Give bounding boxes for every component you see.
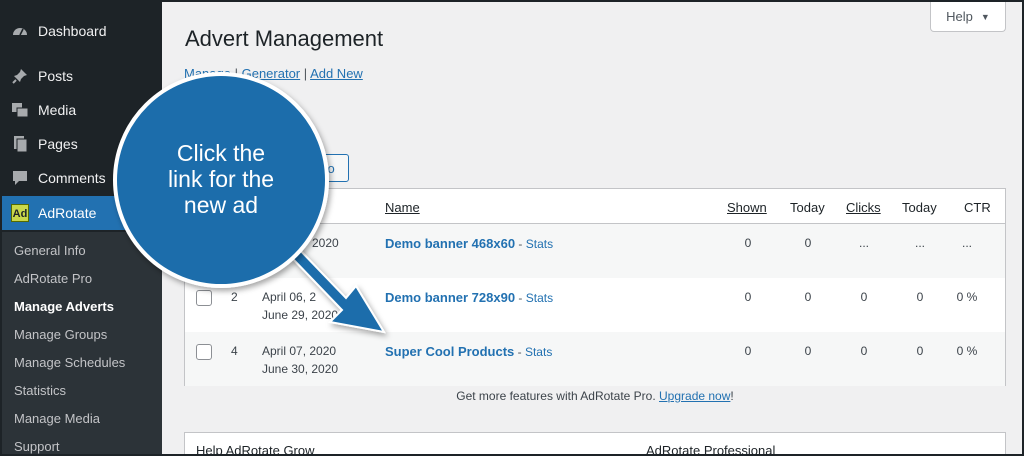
column-header-today: Today	[790, 200, 825, 215]
submenu-manage-groups[interactable]: Manage Groups	[14, 327, 107, 342]
comment-icon	[11, 169, 29, 187]
pin-icon	[11, 67, 29, 85]
column-header-ctr: CTR	[964, 200, 991, 215]
arrow-pointer	[290, 244, 387, 334]
today-clicks-value: 0	[916, 290, 924, 304]
shown-value: 0	[744, 236, 752, 250]
today-clicks-value: 0	[916, 344, 924, 358]
adrotate-logo: Ad	[11, 204, 29, 222]
column-header-clicks[interactable]: Clicks	[846, 200, 881, 215]
shown-value: 0	[744, 290, 752, 304]
stats-link[interactable]: Stats	[526, 237, 553, 251]
shown-value: 0	[744, 344, 752, 358]
submenu-general-info[interactable]: General Info	[14, 243, 86, 258]
menu-label: AdRotate	[38, 205, 97, 221]
help-label: Help	[946, 9, 973, 24]
advert-name: Demo banner 728x90 - Stats	[385, 290, 554, 305]
ctr-value: 0 %	[956, 344, 978, 358]
column-header-today-clicks: Today	[902, 200, 937, 215]
page-title: Advert Management	[185, 26, 384, 51]
ctr-value: ...	[961, 236, 972, 250]
today-value: 0	[804, 290, 812, 304]
upgrade-promo: Get more features with AdRotate Pro. Upg…	[456, 389, 734, 403]
today-clicks-value: ...	[914, 236, 925, 250]
advert-link[interactable]: Demo banner 728x90	[385, 290, 515, 305]
advert-name: Super Cool Products - Stats	[385, 344, 553, 359]
stats-link[interactable]: Stats	[526, 291, 553, 305]
submenu-adrotate-pro[interactable]: AdRotate Pro	[14, 271, 92, 286]
advert-link[interactable]: Demo banner 468x60	[385, 236, 515, 251]
media-icon	[11, 101, 29, 119]
column-header-shown[interactable]: Shown	[727, 200, 767, 215]
ctr-value: 0 %	[956, 290, 978, 304]
submenu-manage-media[interactable]: Manage Media	[14, 411, 100, 426]
menu-label: Pages	[38, 136, 78, 152]
advert-name: Demo banner 468x60 - Stats	[385, 236, 554, 251]
stats-link[interactable]: Stats	[525, 345, 552, 359]
clicks-value: 0	[860, 290, 868, 304]
callout-bubble	[113, 72, 387, 334]
clicks-value: 0	[860, 344, 868, 358]
menu-label: Dashboard	[38, 23, 107, 39]
menu-dashboard[interactable]: Dashboard	[0, 14, 162, 48]
submenu-support[interactable]: Support	[14, 439, 60, 454]
caret-down-icon: ▼	[980, 11, 990, 22]
menu-label: Media	[38, 102, 77, 118]
pro-heading: AdRotate Professional	[646, 443, 776, 456]
menu-label: Posts	[38, 68, 74, 84]
menu-label: Comments	[38, 170, 106, 186]
adrotate-icon: Ad	[11, 204, 29, 222]
help-grow-heading: Help AdRotate Grow	[196, 443, 315, 456]
pages-icon	[11, 135, 29, 153]
help-button[interactable]: Help ▼	[930, 2, 1006, 32]
advert-link[interactable]: Super Cool Products	[385, 344, 514, 359]
upgrade-now-link[interactable]: Upgrade now	[659, 389, 730, 403]
today-value: 0	[804, 344, 812, 358]
submenu-manage-adverts[interactable]: Manage Adverts	[14, 299, 114, 314]
today-value: 0	[804, 236, 812, 250]
clicks-value: ...	[858, 236, 869, 250]
dashboard-icon	[11, 22, 29, 40]
submenu-statistics[interactable]: Statistics	[14, 383, 66, 398]
callout-text: Click the link for the new ad	[167, 140, 275, 218]
